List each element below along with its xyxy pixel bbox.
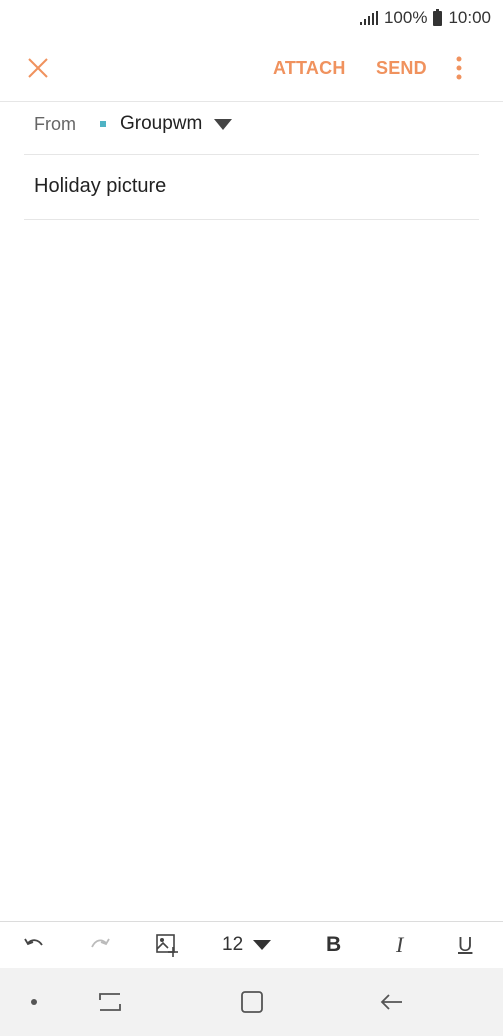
dropdown-arrow-icon[interactable] xyxy=(214,118,233,130)
from-label: From xyxy=(34,113,76,134)
insert-image-icon[interactable] xyxy=(154,932,180,958)
underline-button[interactable]: U xyxy=(458,932,472,958)
home-icon[interactable] xyxy=(238,990,266,1014)
from-divider xyxy=(24,154,479,155)
from-account[interactable]: Groupwm xyxy=(120,113,202,135)
font-size-value: 12 xyxy=(222,934,244,955)
from-row[interactable]: From Groupwm xyxy=(34,110,233,138)
toolbar-divider xyxy=(0,101,503,102)
font-size-selector[interactable]: 12 xyxy=(222,932,272,958)
back-icon[interactable] xyxy=(378,990,406,1014)
close-icon[interactable] xyxy=(26,56,50,80)
format-toolbar: 12 B I U xyxy=(0,921,503,968)
signal-icon xyxy=(359,11,378,25)
dropdown-arrow-icon xyxy=(253,940,272,950)
battery-percentage: 100% xyxy=(383,8,428,27)
dot-icon xyxy=(31,999,37,1005)
more-vert-icon[interactable] xyxy=(450,54,468,82)
recent-apps-icon[interactable] xyxy=(96,990,124,1014)
account-color-dot xyxy=(100,121,106,127)
clock: 10:00 xyxy=(448,8,491,27)
compose-toolbar: ATTACH SEND xyxy=(0,44,503,92)
subject-field[interactable]: Holiday picture xyxy=(34,175,166,198)
status-bar: 100% 10:00 xyxy=(0,0,503,36)
system-nav-bar xyxy=(0,968,503,1036)
battery-icon xyxy=(433,8,443,26)
redo-icon[interactable] xyxy=(88,932,112,958)
italic-button[interactable]: I xyxy=(396,932,403,958)
bold-button[interactable]: B xyxy=(326,932,341,958)
send-button[interactable]: SEND xyxy=(376,58,427,79)
attach-button[interactable]: ATTACH xyxy=(273,58,346,79)
undo-icon[interactable] xyxy=(22,932,46,958)
subject-divider xyxy=(24,219,479,220)
